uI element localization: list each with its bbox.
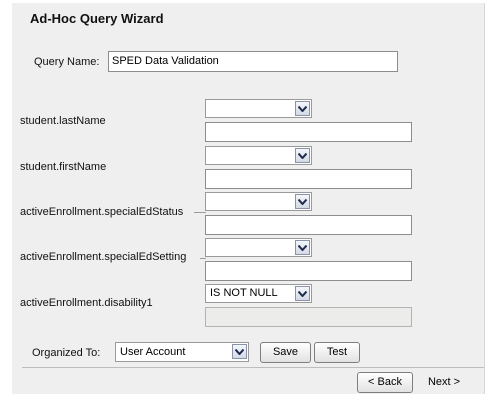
field-label-special-ed-status: activeEnrollment.specialEdStatus [20, 206, 184, 218]
footer-separator [22, 367, 484, 368]
chevron-down-icon[interactable] [295, 240, 310, 255]
organized-to-select[interactable]: User Account [115, 342, 249, 362]
test-button[interactable]: Test [314, 342, 360, 363]
wizard-title: Ad-Hoc Query Wizard [30, 11, 164, 26]
chevron-down-icon[interactable] [295, 286, 310, 301]
field-label-special-ed-setting: activeEnrollment.specialEdSetting [20, 251, 187, 263]
field-operator-value: IS NOT NULL [210, 287, 278, 299]
chevron-down-icon[interactable] [295, 148, 310, 163]
field-operator-select-special-ed-setting[interactable] [205, 238, 312, 257]
field-operator-select-disability1[interactable]: IS NOT NULL [205, 284, 312, 303]
organized-to-value: User Account [120, 346, 186, 358]
chevron-down-icon[interactable] [295, 101, 310, 116]
query-name-label: Query Name: [34, 56, 100, 68]
chevron-down-icon[interactable] [232, 344, 247, 359]
field-operator-select-special-ed-status[interactable] [205, 192, 312, 211]
query-name-input[interactable]: SPED Data Validation [108, 51, 398, 72]
field-value-input-special-ed-status[interactable] [205, 215, 412, 235]
ad-hoc-query-wizard-panel: Ad-Hoc Query Wizard Query Name: SPED Dat… [12, 3, 485, 394]
field-label-student-lastname: student.lastName [20, 115, 106, 127]
field-row-guide-line [200, 258, 206, 259]
field-operator-select-student-firstname[interactable] [205, 146, 312, 165]
field-label-student-firstname: student.firstName [20, 161, 107, 173]
organized-to-label: Organized To: [32, 347, 101, 359]
field-label-disability1: activeEnrollment.disability1 [20, 297, 153, 309]
next-button[interactable]: Next > [416, 372, 472, 393]
field-value-input-disability1 [205, 307, 412, 327]
save-button[interactable]: Save [260, 342, 311, 363]
back-button[interactable]: < Back [357, 372, 413, 393]
field-value-input-student-lastname[interactable] [205, 122, 412, 142]
chevron-down-icon[interactable] [295, 194, 310, 209]
field-operator-select-student-lastname[interactable] [205, 99, 312, 118]
field-value-input-special-ed-setting[interactable] [205, 261, 412, 281]
field-row-guide-line [194, 212, 206, 213]
field-value-input-student-firstname[interactable] [205, 169, 412, 189]
